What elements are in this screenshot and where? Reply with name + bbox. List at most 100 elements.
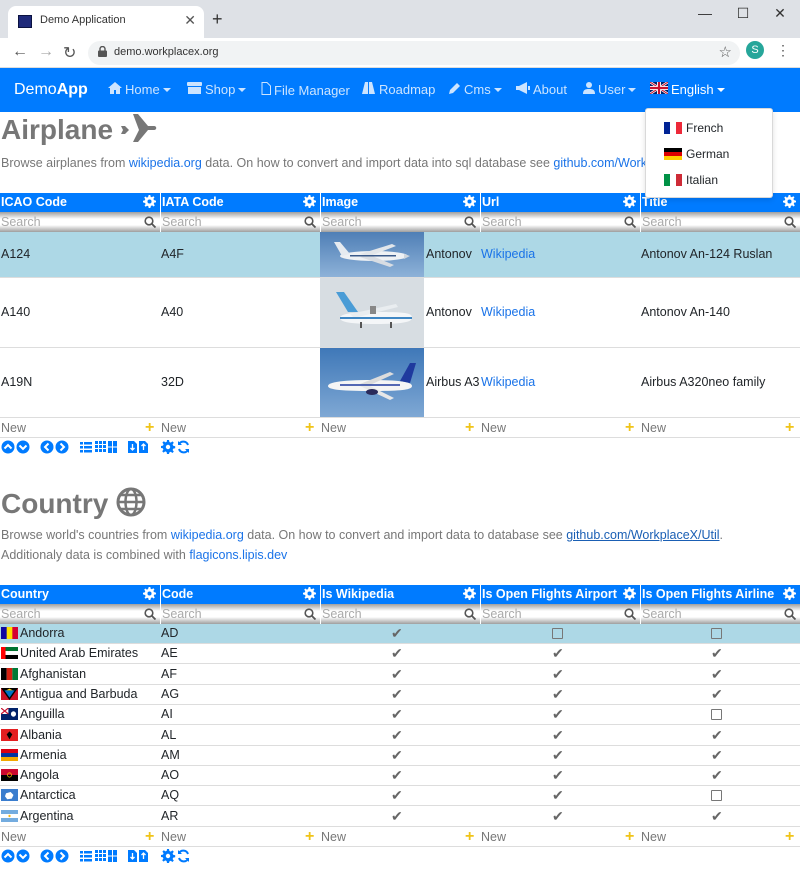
airplane-table-row[interactable]: A19N 32D Airbus A3 Wikipedia Airbus A320… bbox=[0, 348, 800, 418]
reload-icon[interactable]: ↻ bbox=[63, 43, 76, 63]
is-wikipedia-cell[interactable]: ✔ bbox=[391, 808, 403, 825]
is-airline-cell[interactable]: ✔ bbox=[711, 645, 723, 662]
country-column-header[interactable]: Is Open Flights Airport bbox=[480, 585, 640, 604]
is-airport-cell[interactable]: ✔ bbox=[552, 645, 564, 662]
country-table-row[interactable]: Antarctica AQ ✔ ✔ bbox=[0, 786, 800, 807]
is-wikipedia-cell[interactable]: ✔ bbox=[391, 787, 403, 804]
is-wikipedia-cell[interactable]: ✔ bbox=[391, 767, 403, 784]
forward-icon[interactable]: → bbox=[38, 43, 54, 61]
wikipedia-row-link[interactable]: Wikipedia bbox=[481, 375, 535, 389]
country-column-header[interactable]: Country bbox=[0, 585, 160, 604]
add-plus-icon[interactable]: + bbox=[625, 419, 634, 437]
add-plus-icon[interactable]: + bbox=[145, 419, 154, 437]
is-airline-cell[interactable]: ✔ bbox=[711, 808, 723, 825]
add-plus-icon[interactable]: + bbox=[625, 828, 634, 846]
github-link[interactable]: github.com/WorkplaceX/Util bbox=[566, 528, 719, 542]
column-settings-gear-icon[interactable] bbox=[303, 195, 316, 208]
sort-up-down-icon[interactable] bbox=[1, 849, 31, 863]
is-wikipedia-cell[interactable]: ✔ bbox=[391, 747, 403, 764]
country-new-input[interactable]: New bbox=[320, 827, 480, 847]
page-prev-next-icon[interactable] bbox=[40, 440, 70, 454]
airplane-table-row[interactable]: A124 A4F Antonov Wikipedia Antonov An-12… bbox=[0, 232, 800, 278]
settings-reload-icon[interactable] bbox=[161, 849, 191, 863]
is-airport-cell[interactable]: ✔ bbox=[552, 787, 564, 804]
country-search-input[interactable]: Search bbox=[640, 604, 800, 624]
column-settings-gear-icon[interactable] bbox=[143, 587, 156, 600]
airplane-column-header[interactable]: IATA Code bbox=[160, 193, 320, 212]
is-wikipedia-cell[interactable]: ✔ bbox=[391, 645, 403, 662]
country-table-row[interactable]: Armenia AM ✔ ✔ ✔ bbox=[0, 746, 800, 766]
page-prev-next-icon[interactable] bbox=[40, 849, 70, 863]
new-tab-icon[interactable]: + bbox=[212, 9, 223, 30]
add-plus-icon[interactable]: + bbox=[785, 419, 794, 437]
nav-home[interactable]: Home bbox=[108, 82, 171, 97]
country-new-input[interactable]: New bbox=[480, 827, 640, 847]
nav-user[interactable]: User bbox=[583, 82, 637, 97]
airplane-search-input[interactable]: Search bbox=[480, 212, 640, 232]
country-table-row[interactable]: Albania AL ✔ ✔ ✔ bbox=[0, 726, 800, 746]
nav-about[interactable]: About bbox=[516, 82, 567, 97]
country-column-header[interactable]: Is Wikipedia bbox=[320, 585, 480, 604]
view-mode-grid-icon[interactable] bbox=[80, 440, 118, 454]
bookmark-star-icon[interactable]: ☆ bbox=[719, 43, 732, 61]
airplane-new-input[interactable]: New bbox=[0, 418, 160, 438]
column-settings-gear-icon[interactable] bbox=[783, 587, 796, 600]
country-table-row[interactable]: Andorra AD ✔ bbox=[0, 624, 800, 644]
is-wikipedia-cell[interactable]: ✔ bbox=[391, 727, 403, 744]
is-airline-cell[interactable]: ✔ bbox=[711, 727, 723, 744]
airplane-new-input[interactable]: New bbox=[640, 418, 800, 438]
is-wikipedia-cell[interactable]: ✔ bbox=[391, 666, 403, 683]
add-plus-icon[interactable]: + bbox=[305, 828, 314, 846]
airplane-search-input[interactable]: Search bbox=[640, 212, 800, 232]
nav-cms[interactable]: Cms bbox=[449, 82, 502, 97]
nav-roadmap[interactable]: Roadmap bbox=[361, 82, 435, 97]
country-table-row[interactable]: Afghanistan AF ✔ ✔ ✔ bbox=[0, 665, 800, 685]
close-tab-icon[interactable]: ✕ bbox=[184, 12, 196, 29]
country-table-row[interactable]: Angola AO ✔ ✔ ✔ bbox=[0, 766, 800, 787]
wikipedia-row-link[interactable]: Wikipedia bbox=[481, 305, 535, 319]
browser-menu-icon[interactable]: ⋮ bbox=[776, 42, 790, 59]
airplane-new-input[interactable]: New bbox=[320, 418, 480, 438]
country-new-input[interactable]: New bbox=[0, 827, 160, 847]
column-settings-gear-icon[interactable] bbox=[303, 587, 316, 600]
url-field[interactable]: demo.workplacex.org ☆ bbox=[88, 41, 740, 65]
add-plus-icon[interactable]: + bbox=[465, 419, 474, 437]
is-wikipedia-cell[interactable]: ✔ bbox=[391, 625, 403, 642]
brand-logo[interactable]: DemoApp bbox=[14, 81, 88, 99]
column-settings-gear-icon[interactable] bbox=[463, 587, 476, 600]
is-wikipedia-cell[interactable]: ✔ bbox=[391, 686, 403, 703]
airplane-column-header[interactable]: ICAO Code bbox=[0, 193, 160, 212]
flagicons-link[interactable]: flagicons.lipis.dev bbox=[189, 548, 287, 562]
settings-reload-icon[interactable] bbox=[161, 440, 191, 454]
country-new-input[interactable]: New bbox=[160, 827, 320, 847]
country-search-input[interactable]: Search bbox=[320, 604, 480, 624]
wikipedia-link[interactable]: wikipedia.org bbox=[129, 156, 202, 170]
country-table-row[interactable]: Antigua and Barbuda AG ✔ ✔ ✔ bbox=[0, 685, 800, 705]
is-airline-cell[interactable]: ✔ bbox=[711, 686, 723, 703]
airplane-table-row[interactable]: A140 A40 Antonov Wikipedia Antonov An-14… bbox=[0, 278, 800, 348]
add-plus-icon[interactable]: + bbox=[785, 828, 794, 846]
column-settings-gear-icon[interactable] bbox=[143, 195, 156, 208]
view-mode-grid-icon[interactable] bbox=[80, 849, 118, 863]
is-airport-cell[interactable]: ✔ bbox=[552, 686, 564, 703]
export-import-icon[interactable] bbox=[128, 440, 150, 454]
browser-tab[interactable]: Demo Application ✕ bbox=[8, 6, 204, 38]
airplane-search-input[interactable]: Search bbox=[0, 212, 160, 232]
country-search-input[interactable]: Search bbox=[0, 604, 160, 624]
column-settings-gear-icon[interactable] bbox=[623, 195, 636, 208]
airplane-new-input[interactable]: New bbox=[480, 418, 640, 438]
is-airline-cell[interactable]: ✔ bbox=[711, 767, 723, 784]
back-icon[interactable]: ← bbox=[12, 43, 28, 61]
minimize-icon[interactable]: — bbox=[695, 5, 715, 21]
is-airport-cell[interactable]: ✔ bbox=[552, 808, 564, 825]
column-settings-gear-icon[interactable] bbox=[783, 195, 796, 208]
airplane-new-input[interactable]: New bbox=[160, 418, 320, 438]
is-airport-cell[interactable]: ✔ bbox=[552, 747, 564, 764]
wikipedia-link[interactable]: wikipedia.org bbox=[171, 528, 244, 542]
wikipedia-row-link[interactable]: Wikipedia bbox=[481, 247, 535, 261]
country-new-input[interactable]: New bbox=[640, 827, 800, 847]
add-plus-icon[interactable]: + bbox=[145, 828, 154, 846]
airplane-search-input[interactable]: Search bbox=[320, 212, 480, 232]
add-plus-icon[interactable]: + bbox=[465, 828, 474, 846]
column-settings-gear-icon[interactable] bbox=[463, 195, 476, 208]
